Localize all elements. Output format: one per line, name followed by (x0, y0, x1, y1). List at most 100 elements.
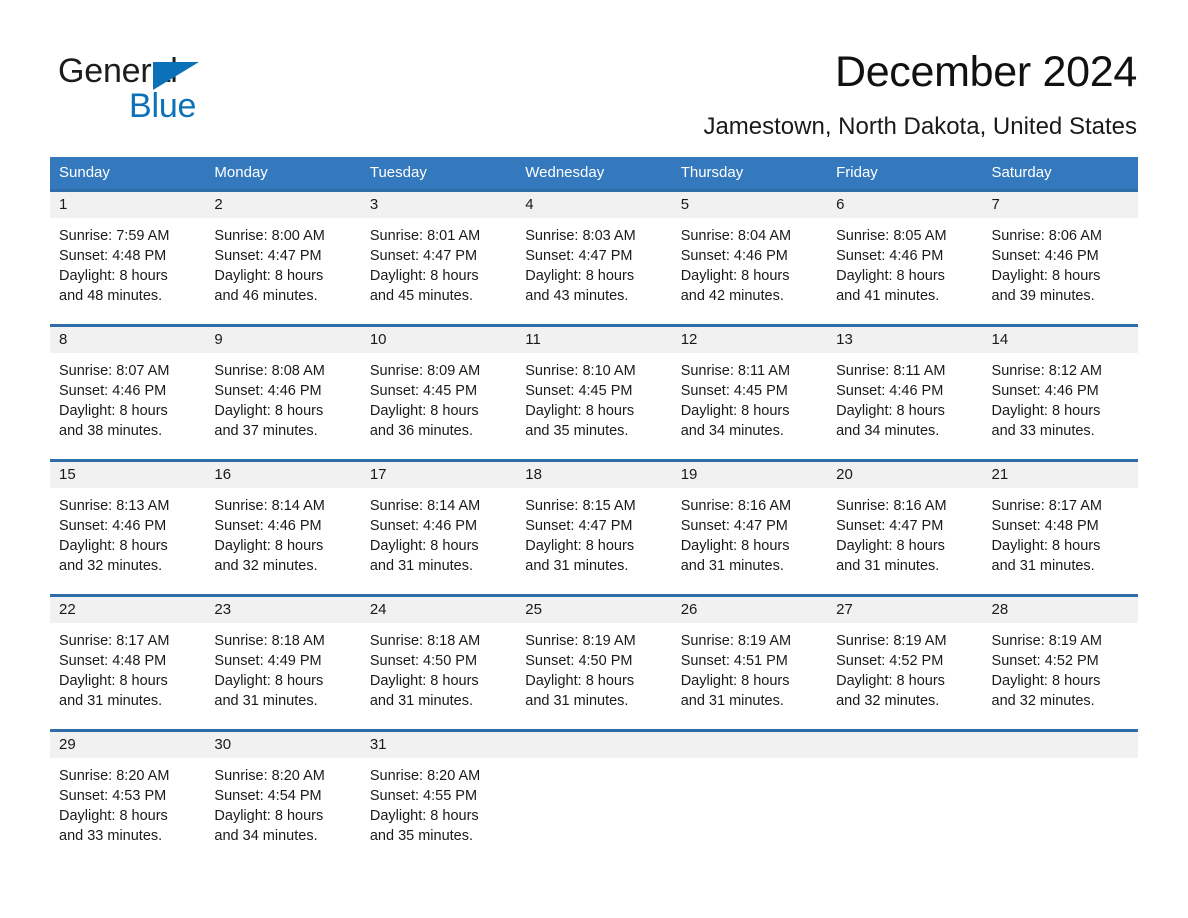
day-number[interactable]: 10 (361, 327, 516, 353)
day-number[interactable]: 31 (361, 732, 516, 758)
sunset-text: Sunset: 4:47 PM (369, 248, 478, 264)
sunrise-text: Sunrise: 8:13 AM (59, 498, 170, 514)
day-cell[interactable]: Sunrise: 8:20 AM Sunset: 4:54 PM Dayligh… (205, 758, 360, 864)
daylight-text-line2: and 31 minutes. (680, 693, 784, 709)
day-cell[interactable]: Sunrise: 8:18 AM Sunset: 4:50 PM Dayligh… (361, 623, 516, 729)
day-number[interactable]: 1 (50, 192, 205, 218)
daylight-text-line2: and 31 minutes. (680, 558, 784, 574)
day-cell[interactable]: Sunrise: 8:14 AM Sunset: 4:46 PM Dayligh… (205, 488, 360, 594)
day-cell[interactable]: Sunrise: 8:17 AM Sunset: 4:48 PM Dayligh… (983, 488, 1138, 594)
sunrise-text: Sunrise: 8:01 AM (369, 228, 481, 244)
day-number[interactable]: 25 (516, 597, 671, 623)
day-cell[interactable]: Sunrise: 8:18 AM Sunset: 4:49 PM Dayligh… (205, 623, 360, 729)
day-number[interactable]: 13 (827, 327, 982, 353)
day-cell[interactable]: Sunrise: 8:19 AM Sunset: 4:50 PM Dayligh… (516, 623, 671, 729)
day-cell[interactable]: Sunrise: 8:11 AM Sunset: 4:45 PM Dayligh… (672, 353, 827, 459)
day-number[interactable]: 8 (50, 327, 205, 353)
daylight-text-line1: Daylight: 8 hours (525, 268, 635, 284)
daylight-text-line2: and 31 minutes. (525, 558, 629, 574)
day-cell[interactable]: Sunrise: 8:19 AM Sunset: 4:52 PM Dayligh… (827, 623, 982, 729)
sunset-text: Sunset: 4:47 PM (680, 518, 788, 534)
week-daynumber-band: 29 30 31 (50, 732, 1138, 758)
day-cell[interactable]: Sunrise: 8:20 AM Sunset: 4:53 PM Dayligh… (50, 758, 205, 864)
day-number[interactable]: 9 (205, 327, 360, 353)
sunset-text: Sunset: 4:52 PM (991, 653, 1099, 669)
day-cell[interactable]: Sunrise: 8:07 AM Sunset: 4:46 PM Dayligh… (50, 353, 205, 459)
day-number[interactable]: 16 (205, 462, 360, 488)
day-number[interactable]: 28 (983, 597, 1138, 623)
day-cell[interactable]: Sunrise: 7:59 AM Sunset: 4:48 PM Dayligh… (50, 218, 205, 324)
day-number[interactable]: 22 (50, 597, 205, 623)
daylight-text-line1: Daylight: 8 hours (991, 403, 1101, 419)
day-cell[interactable]: Sunrise: 8:12 AM Sunset: 4:46 PM Dayligh… (983, 353, 1138, 459)
page-header: General Blue December 2024 Jamestown, No… (0, 0, 1188, 143)
sunset-text: Sunset: 4:45 PM (369, 383, 478, 399)
day-number[interactable]: 5 (672, 192, 827, 218)
weekday-header-monday: Monday (214, 164, 268, 181)
day-number-empty (672, 732, 827, 758)
day-number[interactable]: 19 (672, 462, 827, 488)
day-cell[interactable]: Sunrise: 8:13 AM Sunset: 4:46 PM Dayligh… (50, 488, 205, 594)
day-cell[interactable]: Sunrise: 8:08 AM Sunset: 4:46 PM Dayligh… (205, 353, 360, 459)
daylight-text-line2: and 46 minutes. (214, 288, 318, 304)
sunset-text: Sunset: 4:46 PM (59, 518, 167, 534)
daylight-text-line2: and 32 minutes. (214, 558, 318, 574)
day-number[interactable]: 26 (672, 597, 827, 623)
day-cell[interactable]: Sunrise: 8:20 AM Sunset: 4:55 PM Dayligh… (361, 758, 516, 864)
day-number[interactable]: 2 (205, 192, 360, 218)
daylight-text-line2: and 39 minutes. (991, 288, 1095, 304)
day-number[interactable]: 3 (361, 192, 516, 218)
day-number[interactable]: 21 (983, 462, 1138, 488)
daylight-text-line2: and 32 minutes. (991, 693, 1095, 709)
day-number[interactable]: 14 (983, 327, 1138, 353)
day-number[interactable]: 27 (827, 597, 982, 623)
day-cell[interactable]: Sunrise: 8:00 AM Sunset: 4:47 PM Dayligh… (205, 218, 360, 324)
day-cell[interactable]: Sunrise: 8:19 AM Sunset: 4:51 PM Dayligh… (672, 623, 827, 729)
sunrise-text: Sunrise: 8:12 AM (991, 363, 1102, 379)
day-number[interactable]: 11 (516, 327, 671, 353)
day-cell[interactable]: Sunrise: 8:11 AM Sunset: 4:46 PM Dayligh… (827, 353, 982, 459)
day-number[interactable]: 15 (50, 462, 205, 488)
daylight-text-line1: Daylight: 8 hours (369, 403, 479, 419)
day-number[interactable]: 6 (827, 192, 982, 218)
daylight-text-line1: Daylight: 8 hours (836, 268, 945, 284)
sunset-text: Sunset: 4:47 PM (525, 248, 633, 264)
day-cell[interactable]: Sunrise: 8:19 AM Sunset: 4:52 PM Dayligh… (983, 623, 1138, 729)
week-detail-row: Sunrise: 8:20 AM Sunset: 4:53 PM Dayligh… (50, 758, 1138, 864)
day-number[interactable]: 30 (205, 732, 360, 758)
day-number[interactable]: 17 (361, 462, 516, 488)
day-cell[interactable]: Sunrise: 8:03 AM Sunset: 4:47 PM Dayligh… (516, 218, 671, 324)
sunset-text: Sunset: 4:46 PM (214, 518, 322, 534)
day-number[interactable]: 24 (361, 597, 516, 623)
day-cell[interactable]: Sunrise: 8:15 AM Sunset: 4:47 PM Dayligh… (516, 488, 671, 594)
daylight-text-line2: and 31 minutes. (59, 693, 163, 709)
sunrise-text: Sunrise: 8:18 AM (214, 633, 325, 649)
day-cell[interactable]: Sunrise: 8:10 AM Sunset: 4:45 PM Dayligh… (516, 353, 671, 459)
week-row: 29 30 31 Sunrise: 8:20 AM Sunset: 4:53 P… (50, 729, 1138, 864)
daylight-text-line1: Daylight: 8 hours (214, 673, 324, 689)
day-cell[interactable]: Sunrise: 8:17 AM Sunset: 4:48 PM Dayligh… (50, 623, 205, 729)
weekday-header-wednesday: Wednesday (525, 164, 605, 181)
day-cell[interactable]: Sunrise: 8:16 AM Sunset: 4:47 PM Dayligh… (827, 488, 982, 594)
day-cell[interactable]: Sunrise: 8:04 AM Sunset: 4:46 PM Dayligh… (672, 218, 827, 324)
day-number[interactable]: 7 (983, 192, 1138, 218)
day-number[interactable]: 23 (205, 597, 360, 623)
day-cell[interactable]: Sunrise: 8:06 AM Sunset: 4:46 PM Dayligh… (983, 218, 1138, 324)
day-number[interactable]: 18 (516, 462, 671, 488)
day-cell[interactable]: Sunrise: 8:09 AM Sunset: 4:45 PM Dayligh… (361, 353, 516, 459)
day-number[interactable]: 29 (50, 732, 205, 758)
daylight-text-line2: and 37 minutes. (214, 423, 318, 439)
week-row: 8 9 10 11 12 13 14 Sunrise: 8:07 AM Suns… (50, 324, 1138, 459)
day-cell[interactable]: Sunrise: 8:01 AM Sunset: 4:47 PM Dayligh… (361, 218, 516, 324)
sunrise-text: Sunrise: 8:19 AM (525, 633, 636, 649)
day-cell[interactable]: Sunrise: 8:16 AM Sunset: 4:47 PM Dayligh… (672, 488, 827, 594)
sunrise-text: Sunrise: 8:00 AM (214, 228, 325, 244)
day-number[interactable]: 20 (827, 462, 982, 488)
day-cell[interactable]: Sunrise: 8:05 AM Sunset: 4:46 PM Dayligh… (827, 218, 982, 324)
day-cell[interactable]: Sunrise: 8:14 AM Sunset: 4:46 PM Dayligh… (361, 488, 516, 594)
sunset-text: Sunset: 4:52 PM (836, 653, 944, 669)
general-blue-logo[interactable]: General Blue (58, 44, 208, 123)
sunset-text: Sunset: 4:54 PM (214, 788, 322, 804)
day-number[interactable]: 4 (516, 192, 671, 218)
day-number[interactable]: 12 (672, 327, 827, 353)
